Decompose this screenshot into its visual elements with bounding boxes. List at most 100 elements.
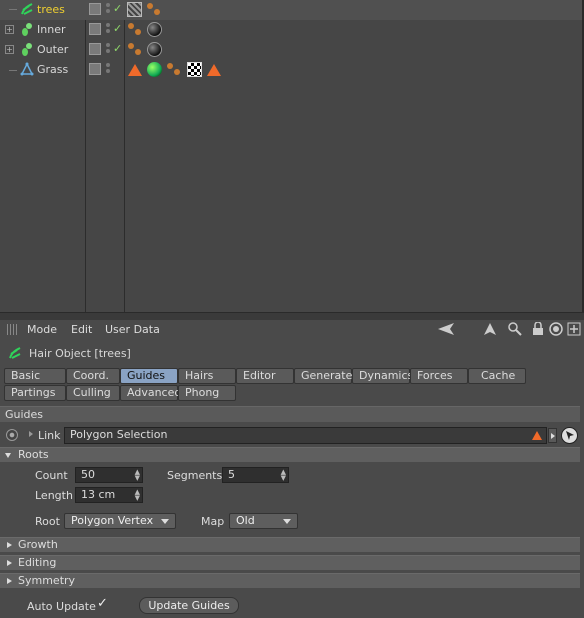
hair-icon: [8, 346, 22, 360]
object-name[interactable]: Inner: [37, 23, 65, 36]
length-label: Length: [35, 489, 73, 502]
enabled-check-icon[interactable]: ✓: [113, 22, 122, 35]
tree-line: [9, 9, 17, 10]
warning-icon: [532, 431, 542, 440]
menu-edit[interactable]: Edit: [71, 323, 92, 336]
warning-tag-icon[interactable]: [207, 64, 221, 76]
menu-user-data[interactable]: User Data: [105, 323, 160, 336]
tab-dynamics[interactable]: Dynamics: [352, 368, 413, 384]
tab-basic[interactable]: Basic: [4, 368, 66, 384]
tab-culling[interactable]: Culling: [66, 385, 120, 401]
pick-cursor-icon[interactable]: [561, 427, 578, 444]
visibility-dots-icon[interactable]: [106, 23, 111, 37]
object-row-inner[interactable]: + Inner ✓: [0, 20, 582, 40]
visibility-dots-icon[interactable]: [106, 43, 111, 57]
section-header-guides: Guides: [0, 406, 580, 422]
tree-line: [9, 70, 17, 71]
expand-arrow-icon[interactable]: [7, 578, 12, 584]
tab-advanced[interactable]: Advanced: [120, 385, 181, 401]
tool-toggle-icon[interactable]: [89, 23, 101, 35]
lock-icon[interactable]: [530, 321, 546, 338]
tool-toggle-icon[interactable]: [89, 63, 101, 75]
section-label: Symmetry: [18, 574, 76, 587]
stepper-icon[interactable]: ▲ ▼: [135, 489, 140, 502]
expand-arrow-icon[interactable]: [7, 560, 12, 566]
selection-tag-icon[interactable]: [127, 42, 142, 57]
grip-icon[interactable]: [7, 324, 18, 335]
texture-tag-icon[interactable]: [187, 62, 202, 77]
selection-tag-icon[interactable]: [127, 22, 142, 37]
menu-mode[interactable]: Mode: [27, 323, 57, 336]
object-name[interactable]: Grass: [37, 63, 68, 76]
back-arrow-icon[interactable]: [438, 322, 454, 338]
count-field[interactable]: 50 ▲ ▼: [75, 467, 143, 483]
tab-forces[interactable]: Forces: [410, 368, 468, 384]
expand-icon[interactable]: +: [5, 25, 14, 34]
warning-tag-icon[interactable]: [128, 64, 142, 76]
stepper-icon[interactable]: ▲ ▼: [281, 469, 286, 482]
visibility-dots-icon[interactable]: [106, 63, 111, 77]
section-editing[interactable]: Editing: [0, 555, 580, 570]
object-title-bar: Hair Object [trees]: [0, 342, 584, 366]
object-row-trees[interactable]: trees ✓: [0, 0, 582, 20]
object-name[interactable]: trees: [37, 3, 65, 16]
map-dropdown[interactable]: Old: [229, 513, 298, 529]
stepper-icon[interactable]: ▲ ▼: [135, 469, 140, 482]
segments-field[interactable]: 5 ▲ ▼: [222, 467, 289, 483]
selection-tag-icon[interactable]: [166, 62, 181, 77]
new-panel-icon[interactable]: [566, 322, 582, 338]
section-roots[interactable]: Roots: [0, 447, 580, 462]
cloner-icon: [20, 22, 34, 36]
tab-phong[interactable]: Phong: [178, 385, 236, 401]
tool-toggle-icon[interactable]: [89, 3, 101, 15]
polygon-icon: [20, 62, 34, 76]
tab-guides[interactable]: Guides: [120, 368, 178, 384]
length-value: 13 cm: [81, 488, 116, 501]
auto-update-label: Auto Update: [27, 600, 96, 613]
length-field[interactable]: 13 cm ▲ ▼: [75, 487, 143, 503]
object-name[interactable]: Outer: [37, 43, 68, 56]
cloner-icon: [20, 42, 34, 56]
enabled-check-icon[interactable]: ✓: [113, 42, 122, 55]
update-guides-button[interactable]: Update Guides: [139, 597, 239, 614]
auto-update-checkbox[interactable]: ✓: [97, 596, 108, 611]
object-row-outer[interactable]: + Outer ✓: [0, 40, 582, 60]
animate-toggle-icon[interactable]: [6, 429, 18, 441]
enabled-check-icon[interactable]: ✓: [113, 2, 122, 15]
material-tag-icon[interactable]: [147, 62, 162, 77]
expand-icon[interactable]: +: [5, 45, 14, 54]
tool-toggle-icon[interactable]: [89, 43, 101, 55]
tab-hairs[interactable]: Hairs: [178, 368, 236, 384]
tab-partings[interactable]: Partings: [4, 385, 66, 401]
panel-splitter[interactable]: [0, 312, 584, 320]
link-field[interactable]: Polygon Selection: [64, 427, 547, 444]
up-arrow-icon[interactable]: [482, 322, 498, 338]
selection-tag-icon[interactable]: [146, 2, 161, 17]
roots-title: Roots: [18, 448, 49, 461]
object-title: Hair Object [trees]: [29, 347, 131, 360]
material-tag-icon[interactable]: [147, 22, 162, 37]
section-title: Guides: [5, 408, 44, 421]
link-label: Link: [38, 429, 61, 442]
section-growth[interactable]: Growth: [0, 537, 580, 552]
object-manager: trees ✓ + Inner ✓ + Outer ✓ Grass: [0, 0, 584, 312]
expand-arrow-icon[interactable]: [7, 542, 12, 548]
tab-cache[interactable]: Cache: [468, 368, 526, 384]
section-symmetry[interactable]: Symmetry: [0, 573, 580, 588]
count-value: 50: [81, 468, 95, 481]
object-row-grass[interactable]: Grass: [0, 60, 582, 80]
tab-generate[interactable]: Generate: [294, 368, 352, 384]
collapse-arrow-icon[interactable]: [5, 453, 11, 458]
root-dropdown[interactable]: Polygon Vertex: [64, 513, 176, 529]
search-icon[interactable]: [507, 322, 523, 338]
tab-editor[interactable]: Editor: [236, 368, 294, 384]
segments-value: 5: [228, 468, 235, 481]
target-icon[interactable]: [548, 322, 564, 338]
expand-arrow-icon[interactable]: [29, 431, 33, 437]
segments-label: Segments: [167, 469, 223, 482]
hair-material-tag-icon[interactable]: [127, 2, 142, 17]
tab-coord[interactable]: Coord.: [66, 368, 120, 384]
link-menu-arrow-icon[interactable]: [548, 428, 557, 443]
visibility-dots-icon[interactable]: [106, 3, 111, 17]
material-tag-icon[interactable]: [147, 42, 162, 57]
